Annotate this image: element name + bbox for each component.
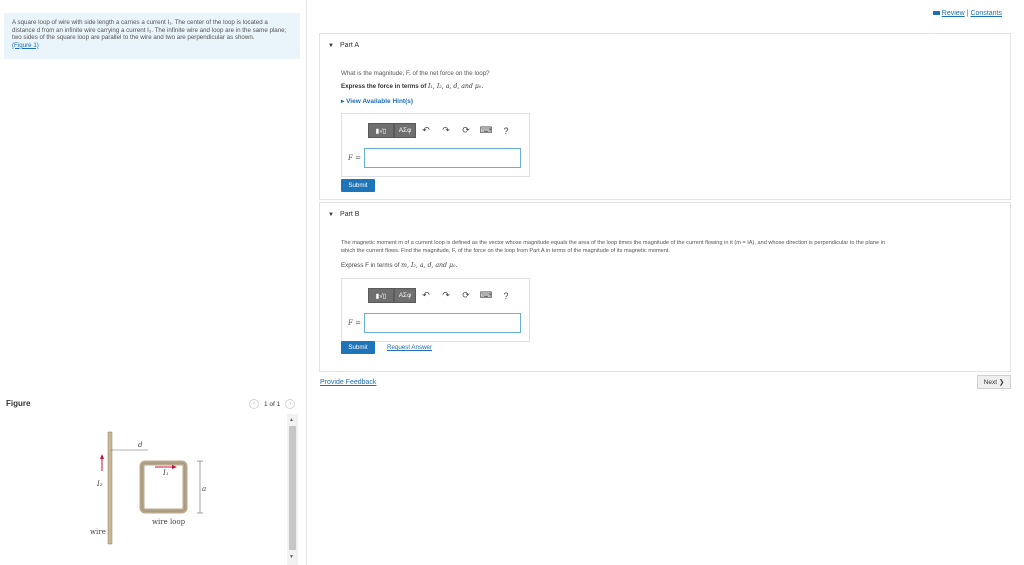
part-a-instruction: Express the force in terms of I₁, I₂, a,… [341, 83, 483, 90]
answer-label: F = [348, 319, 361, 327]
redo-icon[interactable]: ↷ [436, 123, 456, 138]
part-b-question: The magnetic moment m of a current loop … [341, 240, 1009, 255]
math-toolbar: ▮√▯ ΑΣφ ↶ ↷ ⟳ ⌨ ? [368, 122, 516, 139]
instruction-prefix: Express the force in terms of [341, 83, 428, 90]
hint-caret-icon: ▸ [341, 98, 345, 105]
instruction-prefix: Express F in terms of [341, 262, 402, 269]
problem-intro: A square loop of wire with side length a… [4, 13, 300, 59]
part-a-title: Part A [339, 42, 360, 49]
scroll-down-icon[interactable]: ▼ [289, 554, 294, 560]
intro-text: A square loop of wire with side length a… [12, 19, 287, 42]
answer-input[interactable] [364, 148, 521, 168]
question-line-2: which the current flows. Find the magnit… [341, 247, 670, 254]
collapse-caret-icon[interactable]: ▼ [328, 43, 334, 49]
pager-text: 1 of 1 [264, 400, 281, 408]
keyboard-icon[interactable]: ⌨ [476, 123, 496, 138]
collapse-caret-icon[interactable]: ▼ [328, 212, 334, 218]
top-links: Review | Constants [932, 10, 1002, 17]
d-label: d [138, 441, 143, 449]
scroll-thumb[interactable] [289, 426, 296, 550]
part-b-title: Part B [339, 211, 360, 218]
undo-icon[interactable]: ↶ [416, 288, 436, 303]
part-a-header[interactable]: ▼ Part A [328, 42, 359, 49]
chevron-right-icon: ❯ [998, 379, 1005, 386]
instruction-vars: m, I₂, a, d, and μ₀. [401, 262, 458, 269]
column-divider [306, 0, 307, 565]
figure-title: Figure [6, 399, 31, 408]
help-icon[interactable]: ? [496, 288, 516, 303]
i2-label: I₂ [96, 480, 103, 488]
part-a-card: ▼ Part A What is the magnitude, F, of the… [319, 33, 1011, 200]
answer-editor: ▮√▯ ΑΣφ ↶ ↷ ⟳ ⌨ ? F = [341, 113, 530, 177]
submit-button[interactable]: Submit [341, 179, 375, 192]
part-b-header[interactable]: ▼ Part B [328, 211, 359, 218]
review-icon [932, 11, 940, 16]
templates-button[interactable]: ▮√▯ [368, 123, 394, 138]
instruction-vars: I₁, I₂, a, d, and μ₀. [428, 83, 484, 90]
view-hints-link[interactable]: ▸ View Available Hint(s) [341, 97, 413, 105]
question-line-1: The magnetic moment m of a current loop … [341, 240, 885, 246]
request-answer-link[interactable]: Request Answer [387, 344, 432, 351]
undo-icon[interactable]: ↶ [416, 123, 436, 138]
a-label: a [202, 485, 206, 493]
part-b-card: ▼ Part B The magnetic moment m of a curre… [319, 202, 1011, 372]
prev-figure-icon[interactable]: ‹ [249, 399, 259, 409]
symbols-button[interactable]: ΑΣφ [394, 288, 416, 303]
scroll-up-icon[interactable]: ▲ [289, 417, 294, 423]
answer-input[interactable] [364, 313, 521, 333]
figure-link[interactable]: (Figure 1) [12, 42, 39, 49]
part-a-question: What is the magnitude, F, of the net for… [341, 70, 490, 77]
symbols-button[interactable]: ΑΣφ [394, 123, 416, 138]
part-b-instruction: Express F in terms of m, I₂, a, d, and μ… [341, 262, 457, 269]
reset-icon[interactable]: ⟳ [456, 123, 476, 138]
constants-link[interactable]: Constants [970, 10, 1002, 17]
link-separator: | [966, 10, 969, 17]
infinite-wire [107, 431, 113, 545]
provide-feedback-link[interactable]: Provide Feedback [320, 379, 376, 386]
next-figure-icon[interactable]: › [285, 399, 296, 409]
loop-label: wire loop [152, 518, 186, 526]
hint-label: View Available Hint(s) [346, 98, 414, 105]
review-link[interactable]: Review [942, 10, 965, 17]
math-toolbar: ▮√▯ ΑΣφ ↶ ↷ ⟳ ⌨ ? [368, 287, 516, 304]
answer-editor: ▮√▯ ΑΣφ ↶ ↷ ⟳ ⌨ ? F = [341, 278, 530, 342]
figure-pager: ‹ 1 of 1 › [249, 399, 296, 409]
wire-label: wire [90, 528, 106, 536]
wire-loop-figure: I₂ d I₁ a wire loop wire [90, 431, 206, 545]
keyboard-icon[interactable]: ⌨ [476, 288, 496, 303]
figure-scrollbar[interactable]: ▲ ▼ [287, 414, 298, 565]
submit-button[interactable]: Submit [341, 341, 375, 354]
i2-arrowhead-icon [100, 454, 104, 459]
i1-arrowhead-icon [172, 465, 177, 469]
i1-label: I₁ [162, 469, 169, 477]
redo-icon[interactable]: ↷ [436, 288, 456, 303]
next-label: Next [983, 378, 998, 386]
help-icon[interactable]: ? [496, 123, 516, 138]
answer-label: F = [348, 154, 361, 162]
templates-button[interactable]: ▮√▯ [368, 288, 394, 303]
next-button[interactable]: Next ❯ [977, 375, 1011, 389]
reset-icon[interactable]: ⟳ [456, 288, 476, 303]
